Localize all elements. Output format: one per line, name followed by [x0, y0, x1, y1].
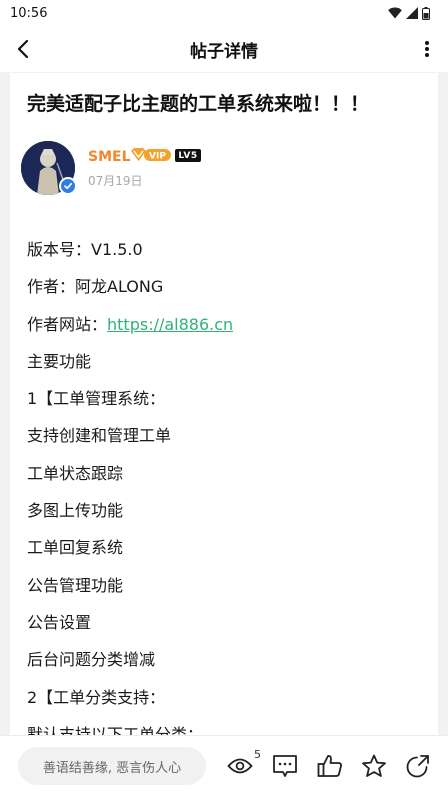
- share-icon: [406, 755, 429, 778]
- website-label: 作者网站：: [27, 314, 108, 334]
- comment-input[interactable]: 善语结善缘, 恶言伤人心: [18, 747, 206, 785]
- content-line: 2【工单分类支持：: [27, 687, 166, 707]
- views-button[interactable]: [226, 752, 254, 780]
- post-title: 完美适配子比主题的工单系统来啦！！！: [27, 93, 370, 115]
- author-block: SMEL VIP LV5 07月19日: [21, 141, 421, 197]
- verified-badge: [59, 177, 77, 195]
- content-line: 主要功能: [27, 351, 92, 371]
- like-icon: [317, 755, 342, 777]
- comment-icon: [273, 755, 297, 777]
- page-title: 帖子详情: [190, 41, 258, 62]
- content-line: 支持创建和管理工单: [27, 426, 172, 446]
- comment-button[interactable]: [271, 752, 299, 780]
- vip-badge-label: VIP: [149, 152, 166, 162]
- check-icon: [64, 182, 73, 190]
- content-line: 工单状态跟踪: [27, 463, 124, 483]
- like-button[interactable]: [316, 752, 344, 780]
- eye-icon: [227, 758, 253, 774]
- content-line: 后台问题分类增减: [27, 650, 156, 670]
- content-line-website: 作者网站：https://al886.cn: [27, 306, 427, 343]
- status-icons: [388, 6, 430, 20]
- more-options-button[interactable]: [420, 36, 434, 62]
- battery-icon: [422, 6, 430, 20]
- star-icon: [362, 754, 386, 777]
- level-badge: LV5: [175, 149, 201, 162]
- content-line: 多图上传功能: [27, 501, 124, 521]
- post-card: 完美适配子比主题的工单系统来啦！！！ SMEL VIP LV5 07月19日 版…: [10, 73, 438, 735]
- favorite-button[interactable]: [360, 752, 388, 780]
- status-time: 10:56: [10, 5, 48, 21]
- more-vertical-icon: [425, 41, 429, 57]
- content-line: 公告管理功能: [27, 575, 124, 595]
- view-count: 5: [254, 748, 261, 761]
- content-line: 默认支持以下工单分类：: [27, 724, 204, 735]
- wifi-icon: [388, 7, 402, 19]
- bottom-action-bar: 善语结善缘, 恶言伤人心 5: [0, 735, 448, 796]
- content-line: 公告设置: [27, 612, 92, 632]
- back-button[interactable]: [10, 36, 36, 62]
- status-bar: 10:56: [0, 0, 448, 26]
- content-line: 版本号：V1.5.0: [27, 240, 143, 259]
- signal-icon: [406, 7, 418, 19]
- content-line: 1【工单管理系统：: [27, 389, 166, 409]
- vip-badge: VIP: [131, 148, 171, 162]
- chevron-left-icon: [17, 39, 29, 59]
- share-button[interactable]: [404, 752, 432, 780]
- post-date: 07月19日: [88, 174, 143, 188]
- top-app-bar: 帖子详情: [0, 26, 448, 72]
- website-link[interactable]: https://al886.cn: [107, 315, 233, 334]
- content-line: 工单回复系统: [27, 538, 124, 558]
- post-content: 版本号：V1.5.0 作者：阿龙ALONG 作者网站：https://al886…: [27, 231, 427, 735]
- author-name[interactable]: SMEL: [88, 149, 131, 165]
- content-line: 作者：阿龙ALONG: [27, 277, 164, 297]
